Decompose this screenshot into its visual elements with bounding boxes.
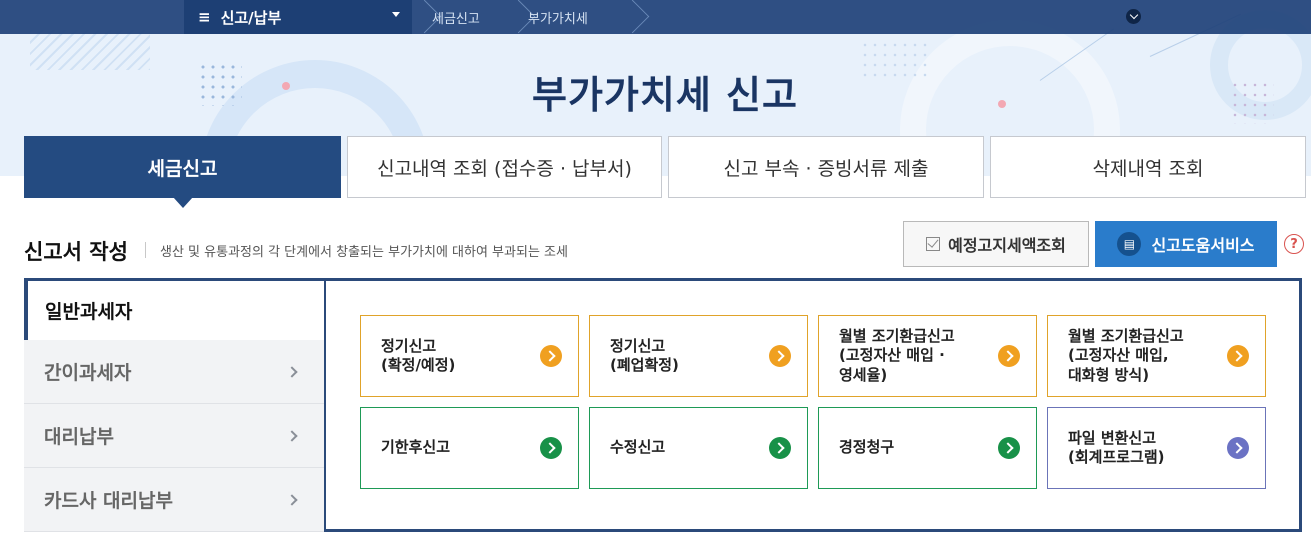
card-label: 파일 변환신고 (회계프로그램)	[1068, 428, 1165, 467]
top-navigation: ≡ 신고/납부 세금신고 부가가치세	[0, 0, 1311, 34]
breadcrumb-item[interactable]: 세금신고	[432, 0, 480, 34]
tab-deleted-history[interactable]: 삭제내역 조회	[990, 136, 1306, 198]
card-early-refund-zero-rate[interactable]: 월별 조기환급신고 (고정자산 매입 · 영세율)	[818, 315, 1037, 397]
help-icon[interactable]: ?	[1284, 234, 1304, 254]
taxpayer-type-list: 일반과세자 간이과세자 대리납부 카드사 대리납부	[24, 278, 324, 532]
breadcrumb-separator	[634, 0, 648, 34]
tab-submit-documents[interactable]: 신고 부속 · 증빙서류 제출	[668, 136, 984, 198]
page-title: 부가가치세 신고	[532, 73, 798, 117]
card-file-conversion[interactable]: 파일 변환신고 (회계프로그램)	[1047, 407, 1266, 489]
arrow-right-icon	[1227, 437, 1249, 459]
card-regular-filing-closure[interactable]: 정기신고 (폐업확정)	[589, 315, 808, 397]
tab-tax-filing[interactable]: 세금신고	[24, 136, 341, 208]
card-label: 월별 조기환급신고 (고정자산 매입 · 영세율)	[839, 326, 955, 384]
filing-help-label: 신고도움서비스	[1151, 236, 1255, 255]
card-label: 정기신고 (확정/예정)	[381, 336, 456, 375]
section-description: 생산 및 유통과정의 각 단계에서 창출되는 부가가치에 대하여 부과되는 조세	[160, 245, 568, 260]
arrow-right-icon	[1227, 345, 1249, 367]
chevron-right-icon	[286, 365, 298, 378]
card-label: 정기신고 (폐업확정)	[610, 336, 679, 375]
category-simplified[interactable]: 간이과세자	[24, 340, 324, 404]
arrow-right-icon	[540, 345, 562, 367]
hamburger-icon: ≡	[198, 8, 211, 26]
arrow-right-icon	[998, 345, 1020, 367]
arrow-right-icon	[540, 437, 562, 459]
card-label: 경정청구	[839, 438, 895, 457]
category-label: 간이과세자	[44, 362, 132, 384]
filing-help-button[interactable]: ▤ 신고도움서비스	[1095, 221, 1277, 267]
tab-bar: 세금신고 신고내역 조회 (접수증 · 납부서) 신고 부속 · 증빙서류 제출…	[24, 136, 1306, 208]
caret-down-icon	[392, 12, 400, 17]
arrow-right-icon	[998, 437, 1020, 459]
checkbox-icon	[926, 237, 941, 251]
tab-filing-history[interactable]: 신고내역 조회 (접수증 · 납부서)	[347, 136, 662, 198]
arrow-right-icon	[769, 345, 791, 367]
card-correction-claim[interactable]: 경정청구	[818, 407, 1037, 489]
arrow-right-icon	[769, 437, 791, 459]
menu-dropdown[interactable]: ≡ 신고/납부	[184, 0, 412, 34]
notice-tax-label: 예정고지세액조회	[948, 236, 1066, 255]
card-label: 기한후신고	[381, 438, 451, 457]
category-general[interactable]: 일반과세자	[24, 278, 324, 340]
book-icon: ▤	[1117, 232, 1142, 256]
breadcrumb-item[interactable]: 부가가치세	[528, 0, 588, 34]
card-early-refund-interactive[interactable]: 월별 조기환급신고 (고정자산 매입, 대화형 방식)	[1047, 315, 1266, 397]
menu-label: 신고/납부	[220, 8, 282, 27]
category-label: 대리납부	[44, 426, 114, 448]
category-label: 카드사 대리납부	[44, 490, 173, 512]
card-label: 수정신고	[610, 438, 666, 457]
chevron-right-icon	[286, 493, 298, 506]
divider	[145, 242, 146, 258]
notice-tax-button[interactable]: 예정고지세액조회	[903, 221, 1089, 267]
category-label: 일반과세자	[45, 301, 133, 323]
category-proxy-payment[interactable]: 대리납부	[24, 404, 324, 468]
category-card-proxy-payment[interactable]: 카드사 대리납부	[24, 468, 324, 532]
chevron-down-icon[interactable]	[1126, 9, 1141, 24]
section-title: 신고서 작성	[24, 240, 128, 264]
chevron-right-icon	[286, 429, 298, 442]
card-label: 월별 조기환급신고 (고정자산 매입, 대화형 방식)	[1068, 326, 1184, 384]
card-regular-filing[interactable]: 정기신고 (확정/예정)	[360, 315, 579, 397]
card-amended-filing[interactable]: 수정신고	[589, 407, 808, 489]
filing-options: 정기신고 (확정/예정) 정기신고 (폐업확정) 월별 조기환급신고 (고정자산…	[360, 315, 1266, 489]
card-late-filing[interactable]: 기한후신고	[360, 407, 579, 489]
